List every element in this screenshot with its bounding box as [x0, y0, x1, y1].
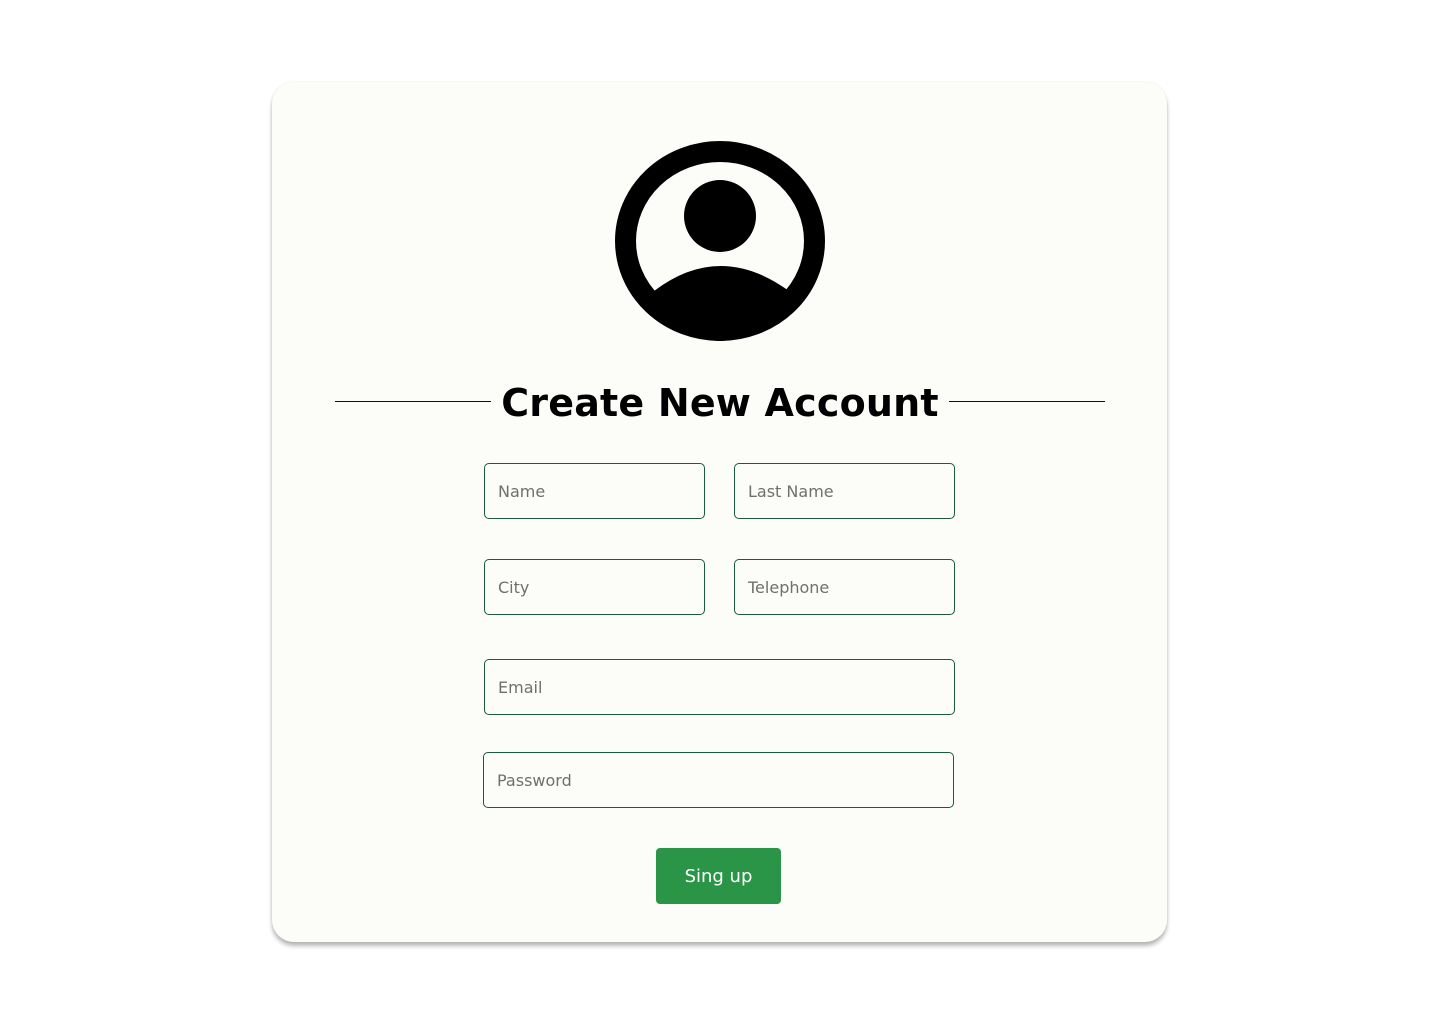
- signup-button[interactable]: Sing up: [656, 848, 781, 904]
- telephone-input[interactable]: [734, 559, 955, 615]
- user-circle-icon: [615, 141, 825, 341]
- password-input[interactable]: [483, 752, 954, 808]
- title-row: Create New Account: [335, 375, 1105, 431]
- signup-card: Create New Account Sing up: [272, 82, 1167, 942]
- email-input[interactable]: [484, 659, 955, 715]
- name-input[interactable]: [484, 463, 705, 519]
- title-divider-left: [335, 401, 491, 402]
- page-title: Create New Account: [501, 381, 939, 425]
- city-input[interactable]: [484, 559, 705, 615]
- title-divider-right: [949, 401, 1105, 402]
- last-name-input[interactable]: [734, 463, 955, 519]
